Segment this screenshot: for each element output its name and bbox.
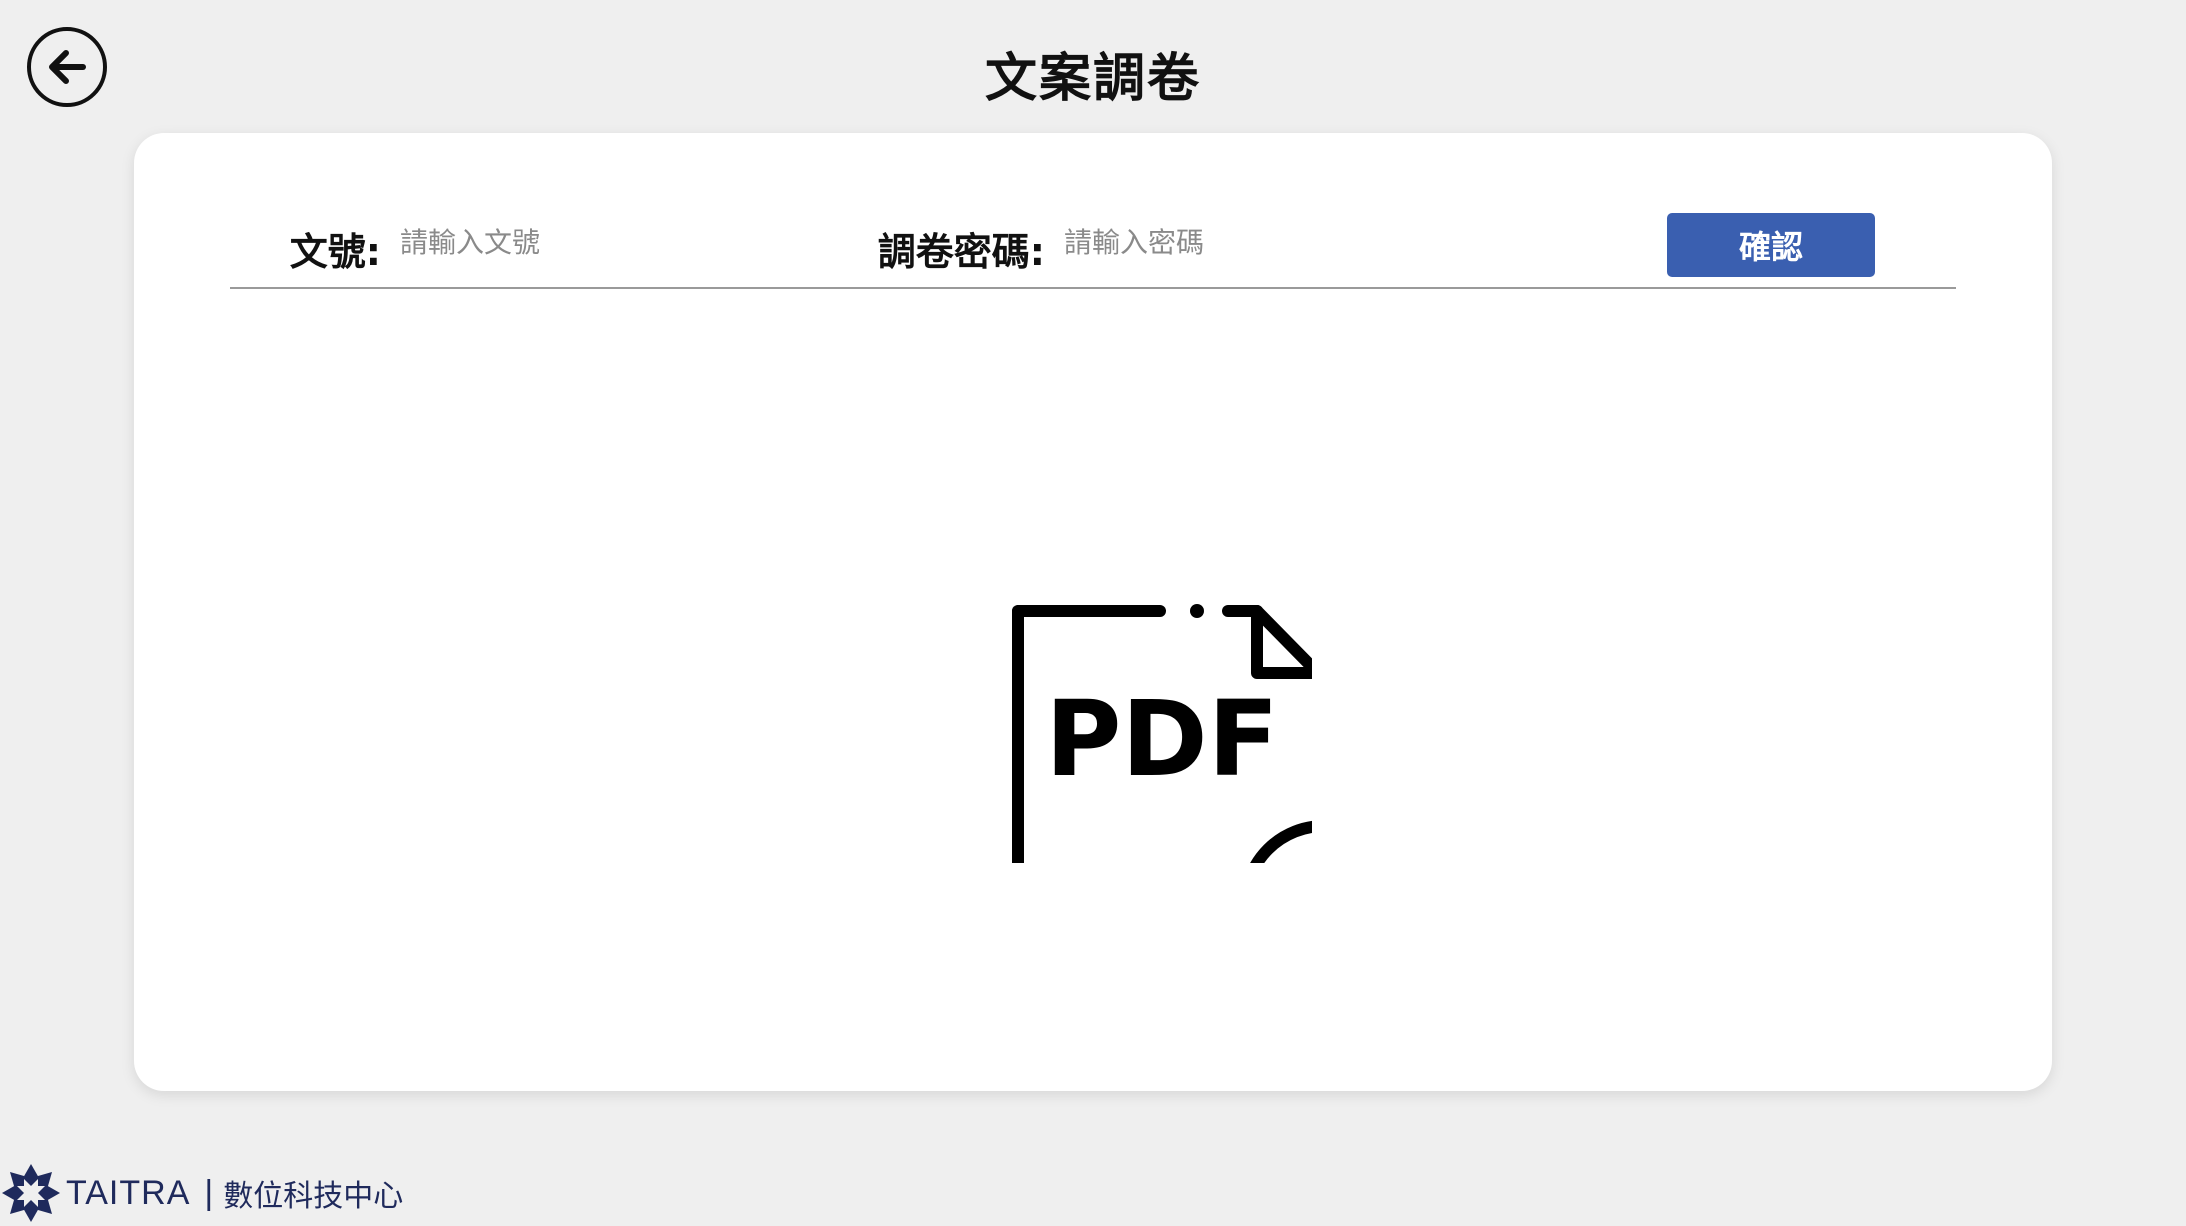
password-input[interactable] xyxy=(1062,217,1566,267)
footer-logo: TAITRA | 數位科技中心 xyxy=(0,1160,403,1226)
doc-number-input[interactable] xyxy=(398,217,802,267)
pdf-icon-text: PDF xyxy=(1045,678,1279,800)
brand-divider: | xyxy=(204,1173,214,1212)
doc-number-label: 文號: xyxy=(289,230,381,274)
pdf-download-icon: PDF xyxy=(1012,604,1409,994)
content-card: 文號: 調卷密碼: 確認 xyxy=(134,133,2052,1091)
confirm-button[interactable]: 確認 xyxy=(1667,213,1875,277)
search-form: 文號: 調卷密碼: 確認 xyxy=(230,203,1956,289)
department-name: 數位科技中心 xyxy=(223,1179,404,1214)
page: 文案調卷 文號: 調卷密碼: 確認 xyxy=(0,0,2186,1226)
password-label: 調卷密碼: xyxy=(877,230,1045,274)
brand-name: TAITRA xyxy=(66,1173,191,1212)
taitra-logo-icon xyxy=(2,1164,60,1222)
pdf-download-button[interactable]: PDF xyxy=(912,463,1409,994)
page-title: 文案調卷 xyxy=(984,49,1201,109)
